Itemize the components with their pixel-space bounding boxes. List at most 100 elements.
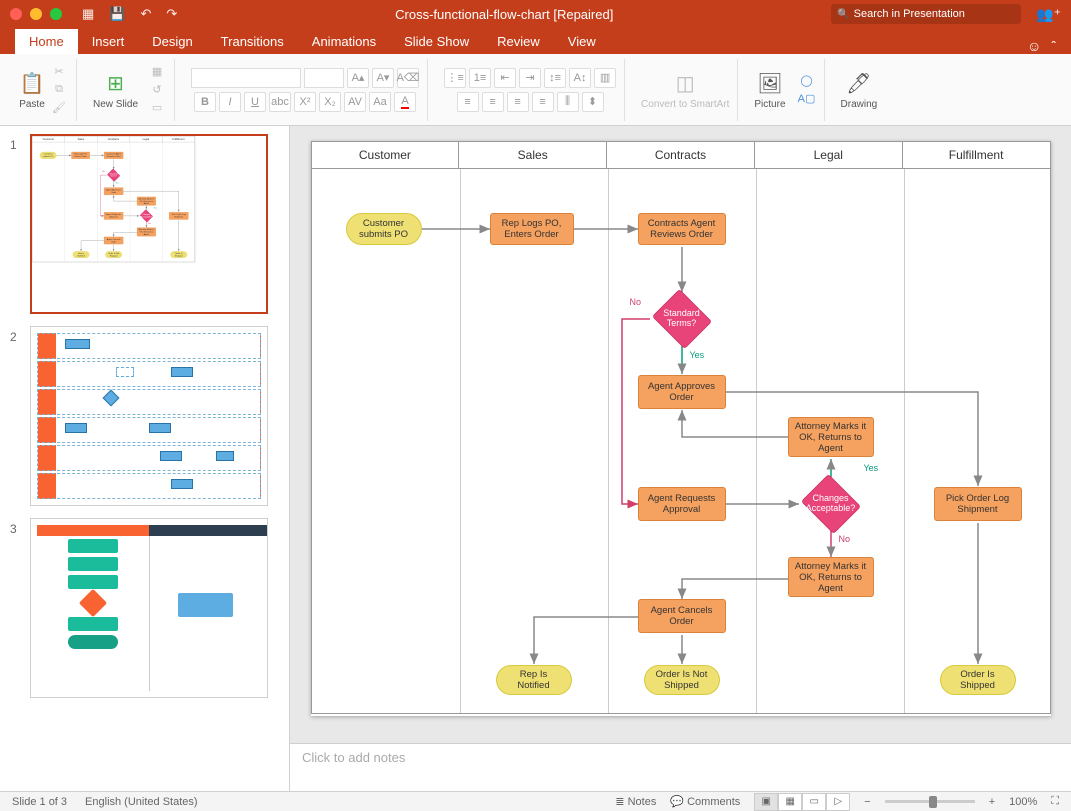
node-agent-approves[interactable]: Agent Approves Order bbox=[638, 375, 726, 409]
node-agent-requests[interactable]: Agent Requests Approval bbox=[104, 212, 123, 219]
node-rep-logs[interactable]: Rep Logs PO, Enters Order bbox=[490, 213, 574, 245]
increase-font-icon[interactable]: A▴ bbox=[347, 68, 369, 88]
slideshow-view-button[interactable]: ▷ bbox=[826, 793, 850, 811]
align-center-button[interactable]: ≡ bbox=[482, 92, 504, 112]
cut-icon[interactable]: ✂ bbox=[50, 65, 68, 79]
status-notes[interactable]: ≣ Notes bbox=[615, 795, 656, 808]
line-spacing-button[interactable]: ↕≡ bbox=[544, 68, 566, 88]
convert-smartart-button[interactable]: ◫ Convert to SmartArt bbox=[641, 69, 729, 110]
node-customer-po[interactable]: Customer submits PO bbox=[40, 152, 57, 159]
zoom-in-button[interactable]: + bbox=[989, 796, 995, 808]
layout-icon[interactable]: ▦ bbox=[148, 65, 166, 79]
fit-window-button[interactable]: ⛶ bbox=[1051, 795, 1059, 808]
node-rep-notified[interactable]: Rep Is Notified bbox=[496, 665, 572, 695]
node-agent-cancels[interactable]: Agent Cancels Order bbox=[638, 599, 726, 633]
slide-thumbnail-3[interactable] bbox=[30, 518, 268, 698]
zoom-out-button[interactable]: − bbox=[864, 796, 870, 808]
format-painter-icon[interactable]: 🖌 bbox=[50, 101, 68, 115]
slide-thumbnail-2[interactable] bbox=[30, 326, 268, 506]
align-right-button[interactable]: ≡ bbox=[507, 92, 529, 112]
node-attorney-ok1[interactable]: Attorney Marks it OK, Returns to Agent bbox=[137, 197, 156, 206]
maximize-window-button[interactable] bbox=[50, 8, 62, 20]
increase-indent-button[interactable]: ⇥ bbox=[519, 68, 541, 88]
redo-icon[interactable]: ↷ bbox=[166, 6, 177, 22]
tab-transitions[interactable]: Transitions bbox=[207, 29, 298, 54]
zoom-value[interactable]: 100% bbox=[1009, 796, 1037, 808]
distribute-button[interactable]: ⫼ bbox=[557, 92, 579, 112]
node-attorney-ok2[interactable]: Attorney Marks it OK, Returns to Agent bbox=[137, 228, 156, 237]
emoji-icon[interactable]: ☺ bbox=[1027, 38, 1041, 54]
numbering-button[interactable]: 1≡ bbox=[469, 68, 491, 88]
node-not-shipped[interactable]: Order Is Not Shipped bbox=[644, 665, 720, 695]
subscript-button[interactable]: X₂ bbox=[319, 92, 341, 112]
font-color-button[interactable]: A bbox=[394, 92, 416, 112]
clear-format-icon[interactable]: A⌫ bbox=[397, 68, 419, 88]
strike-button[interactable]: abc bbox=[269, 92, 291, 112]
columns-button[interactable]: ▥ bbox=[594, 68, 616, 88]
node-standard-terms[interactable]: Standard Terms? bbox=[650, 292, 714, 346]
zoom-slider[interactable] bbox=[885, 800, 975, 803]
copy-icon[interactable]: ⧉ bbox=[50, 83, 68, 97]
tab-animations[interactable]: Animations bbox=[298, 29, 390, 54]
undo-icon[interactable]: ↶ bbox=[140, 6, 151, 22]
close-window-button[interactable] bbox=[10, 8, 22, 20]
node-shipped[interactable]: Order Is Shipped bbox=[940, 665, 1016, 695]
bullets-button[interactable]: ⋮≡ bbox=[444, 68, 466, 88]
underline-button[interactable]: U bbox=[244, 92, 266, 112]
tab-view[interactable]: View bbox=[554, 29, 610, 54]
node-rep-notified[interactable]: Rep Is Notified bbox=[73, 251, 90, 258]
font-family-select[interactable] bbox=[191, 68, 301, 88]
paste-button[interactable]: 📋 Paste bbox=[18, 69, 46, 110]
new-slide-button[interactable]: ⊞ New Slide bbox=[93, 69, 138, 110]
shapes-icon[interactable]: ◯ bbox=[798, 74, 816, 88]
font-size-select[interactable] bbox=[304, 68, 344, 88]
status-comments[interactable]: 💬 Comments bbox=[670, 795, 740, 808]
italic-button[interactable]: I bbox=[219, 92, 241, 112]
node-pick-order[interactable]: Pick Order Log Shipment bbox=[934, 487, 1022, 521]
node-rep-logs[interactable]: Rep Logs PO, Enters Order bbox=[71, 152, 89, 159]
node-changes-acceptable[interactable]: Changes Acceptable? bbox=[799, 477, 863, 531]
superscript-button[interactable]: X² bbox=[294, 92, 316, 112]
slide-canvas[interactable]: Customer Sales Contracts Legal Fulfillme… bbox=[32, 136, 195, 263]
node-shipped[interactable]: Order Is Shipped bbox=[170, 251, 187, 258]
align-text-button[interactable]: ⬍ bbox=[582, 92, 604, 112]
node-changes-acceptable[interactable]: Changes Acceptable? bbox=[139, 210, 153, 222]
tab-slideshow[interactable]: Slide Show bbox=[390, 29, 483, 54]
section-icon[interactable]: ▭ bbox=[148, 101, 166, 115]
node-pick-order[interactable]: Pick Order Log Shipment bbox=[169, 212, 188, 219]
node-not-shipped[interactable]: Order Is Not Shipped bbox=[105, 251, 122, 258]
reading-view-button[interactable]: ▭ bbox=[802, 793, 826, 811]
bold-button[interactable]: B bbox=[194, 92, 216, 112]
node-agent-approves[interactable]: Agent Approves Order bbox=[104, 187, 123, 194]
normal-view-button[interactable]: ▣ bbox=[754, 793, 778, 811]
text-direction-button[interactable]: A↕ bbox=[569, 68, 591, 88]
notes-area[interactable]: Click to add notes bbox=[290, 743, 1071, 791]
drawing-button[interactable]: 🖊 Drawing bbox=[841, 69, 878, 110]
node-attorney-ok2[interactable]: Attorney Marks it OK, Returns to Agent bbox=[788, 557, 874, 597]
node-agent-cancels[interactable]: Agent Cancels Order bbox=[104, 237, 123, 244]
share-button[interactable]: 👥⁺ bbox=[1036, 6, 1061, 23]
char-spacing-button[interactable]: AV bbox=[344, 92, 366, 112]
node-agent-requests[interactable]: Agent Requests Approval bbox=[638, 487, 726, 521]
align-left-button[interactable]: ≡ bbox=[457, 92, 479, 112]
node-customer-po[interactable]: Customer submits PO bbox=[346, 213, 422, 245]
node-attorney-ok1[interactable]: Attorney Marks it OK, Returns to Agent bbox=[788, 417, 874, 457]
decrease-font-icon[interactable]: A▾ bbox=[372, 68, 394, 88]
node-contracts-review[interactable]: Contracts Agent Reviews Order bbox=[638, 213, 726, 245]
search-input[interactable]: Search in Presentation bbox=[831, 4, 1021, 24]
save-icon[interactable]: 💾 bbox=[109, 6, 125, 22]
tab-review[interactable]: Review bbox=[483, 29, 554, 54]
sorter-view-button[interactable]: ▦ bbox=[778, 793, 802, 811]
change-case-button[interactable]: Aa bbox=[369, 92, 391, 112]
minimize-window-button[interactable] bbox=[30, 8, 42, 20]
status-language[interactable]: English (United States) bbox=[85, 796, 198, 808]
textbox-icon[interactable]: A▢ bbox=[798, 92, 816, 106]
decrease-indent-button[interactable]: ⇤ bbox=[494, 68, 516, 88]
slide-thumbnail-1[interactable]: Customer Sales Contracts Legal Fulfillme… bbox=[30, 134, 268, 314]
node-contracts-review[interactable]: Contracts Agent Reviews Order bbox=[104, 152, 123, 159]
tab-insert[interactable]: Insert bbox=[78, 29, 139, 54]
picture-button[interactable]: 🖼 Picture bbox=[754, 69, 785, 110]
slide-panel[interactable]: 1 Customer Sales Contracts Legal Fulfill… bbox=[0, 126, 290, 791]
tab-home[interactable]: Home bbox=[15, 29, 78, 54]
slide-canvas[interactable]: Customer Sales Contracts Legal Fulfillme… bbox=[311, 141, 1051, 716]
